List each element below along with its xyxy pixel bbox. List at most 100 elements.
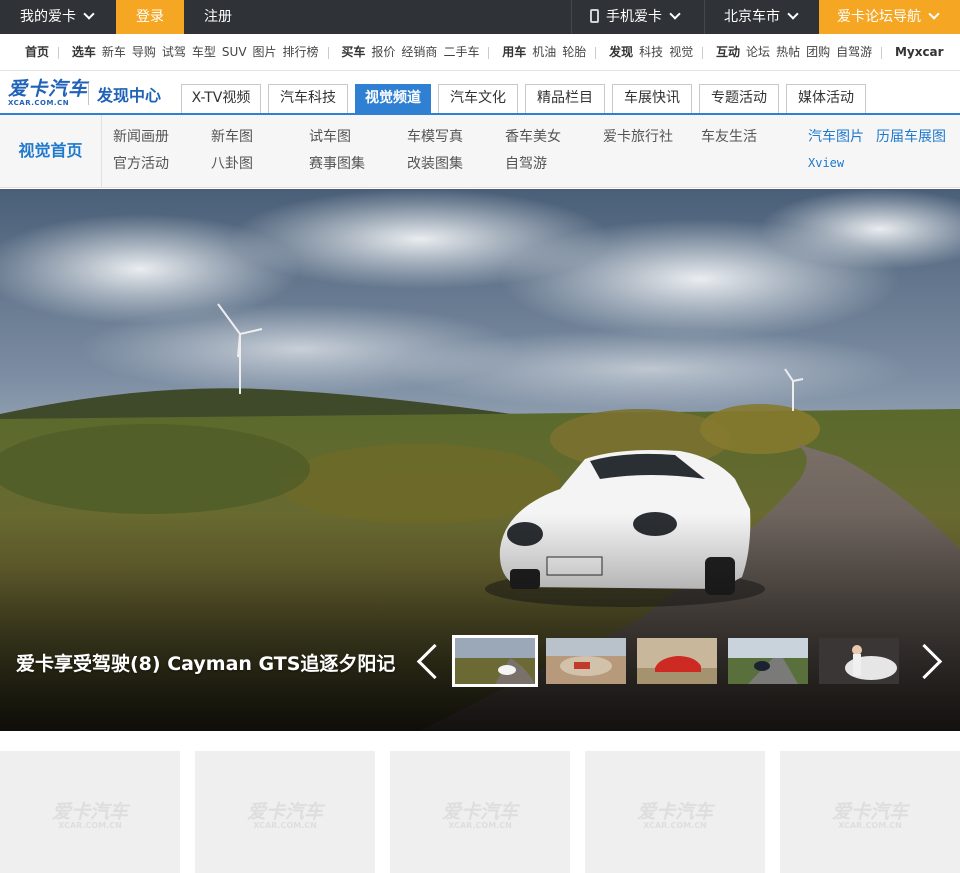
slide-thumbnail[interactable] (819, 638, 899, 684)
slide-thumbnail[interactable] (452, 635, 538, 687)
submenu-item[interactable]: 赛事图集 (309, 156, 365, 172)
my-xcar-menu[interactable]: 我的爱卡 (0, 0, 116, 34)
nav-link[interactable]: 轮胎 (562, 45, 586, 59)
divider (702, 46, 704, 59)
nav-link[interactable]: 机油 (532, 45, 556, 59)
nav-link[interactable]: 首页 (25, 45, 49, 59)
submenu-item[interactable]: 香车美女 (505, 129, 561, 145)
chevron-down-icon (669, 8, 681, 20)
nav-group-buy: 买车 报价 经销商 二手车 (341, 34, 485, 71)
placeholder-logo-wordmark: 爱卡汽车 (441, 801, 518, 823)
submenu-item[interactable]: 试车图 (309, 129, 351, 145)
nav-link[interactable]: 导购 (132, 45, 156, 59)
nav-link[interactable]: 自驾游 (836, 45, 872, 59)
slide-thumbnail[interactable] (637, 638, 717, 684)
divider (58, 46, 60, 59)
nav-link[interactable]: 图片 (253, 45, 277, 59)
submenu-item[interactable]: 新闻画册 (113, 129, 169, 145)
nav-group-myxcar: Myxcar (895, 34, 950, 71)
image-placeholder-card[interactable]: 爱卡汽车 XCAR.COM.CN (585, 751, 765, 873)
tab-culture[interactable]: 汽车文化 (438, 84, 518, 113)
slide-thumbnail[interactable] (728, 638, 808, 684)
divider (88, 83, 89, 105)
mobile-xcar-menu[interactable]: 手机爱卡 (571, 0, 704, 34)
my-xcar-label: 我的爱卡 (20, 9, 76, 25)
image-placeholder-card[interactable]: 爱卡汽车 XCAR.COM.CN (195, 751, 375, 873)
submenu-item[interactable]: 八卦图 (211, 156, 253, 172)
nav-link[interactable]: 报价 (371, 45, 395, 59)
city-selector[interactable]: 北京车市 (704, 0, 819, 34)
submenu-item[interactable]: 改装图集 (407, 156, 463, 172)
next-slide-button[interactable] (910, 641, 940, 685)
placeholder-logo-wordmark: 爱卡汽车 (51, 801, 128, 823)
nav-link[interactable]: 科技 (639, 45, 663, 59)
forum-nav-menu[interactable]: 爱卡论坛导航 (819, 0, 960, 34)
xview-link[interactable]: Xview (808, 156, 844, 170)
visual-home-link[interactable]: 视觉首页 (0, 115, 102, 187)
tab-tech[interactable]: 汽车科技 (268, 84, 348, 113)
prev-slide-button[interactable] (410, 641, 440, 685)
thumb-image-white-car (455, 638, 535, 684)
nav-group-interact: 互动 论坛 热帖 团购 自驾游 (716, 34, 878, 71)
tab-featured[interactable]: 精品栏目 (525, 84, 605, 113)
login-button[interactable]: 登录 (116, 0, 184, 34)
image-placeholder-card[interactable]: 爱卡汽车 XCAR.COM.CN (0, 751, 180, 873)
nav-link[interactable]: 车型 (192, 45, 216, 59)
page-title[interactable]: 发现中心 (97, 82, 161, 106)
nav-link[interactable]: 试驾 (162, 45, 186, 59)
submenu-item[interactable]: 官方活动 (113, 156, 169, 172)
nav-link[interactable]: 团购 (806, 45, 830, 59)
nav-group-use: 用车 机油 轮胎 (502, 34, 592, 71)
nav-link[interactable]: 买车 (341, 45, 365, 59)
nav-link[interactable]: 视觉 (669, 45, 693, 59)
top-bar: 我的爱卡 登录 注册 手机爱卡 北京车市 爱卡论坛导航 (0, 0, 960, 34)
nav-link[interactable]: Myxcar (895, 45, 944, 59)
submenu-item[interactable]: 车友生活 (701, 129, 757, 145)
thumb-image-dark-sedan (728, 638, 808, 684)
nav-link[interactable]: SUV (222, 45, 247, 59)
placeholder-logo: 爱卡汽车 XCAR.COM.CN (635, 803, 715, 831)
nav-link[interactable]: 发现 (609, 45, 633, 59)
tab-xtv[interactable]: X-TV视频 (181, 84, 261, 113)
nav-group-select: 选车 新车 导购 试驾 车型 SUV 图片 排行榜 (72, 34, 325, 71)
placeholder-logo: 爱卡汽车 XCAR.COM.CN (50, 803, 130, 831)
hero-slideshow[interactable]: 爱卡享受驾驶(8) Cayman GTS追逐夕阳记 (0, 189, 960, 731)
auto-show-archive-link[interactable]: 历届车展图 (876, 129, 946, 145)
placeholder-logo-domain: XCAR.COM.CN (58, 821, 122, 830)
nav-link[interactable]: 新车 (102, 45, 126, 59)
mobile-label: 手机爱卡 (606, 9, 662, 25)
tab-autoshow[interactable]: 车展快讯 (612, 84, 692, 113)
thumb-image-car-show (819, 638, 899, 684)
nav-link[interactable]: 热帖 (776, 45, 800, 59)
slide-thumbnail[interactable] (546, 638, 626, 684)
nav-link[interactable]: 论坛 (746, 45, 770, 59)
submenu-item[interactable]: 爱卡旅行社 (603, 129, 673, 145)
placeholder-logo: 爱卡汽车 XCAR.COM.CN (440, 803, 520, 831)
image-placeholder-card[interactable]: 爱卡汽车 XCAR.COM.CN (390, 751, 570, 873)
register-link[interactable]: 注册 (184, 0, 264, 34)
submenu-item[interactable]: 新车图 (211, 129, 253, 145)
submenu-item[interactable]: 车模写真 (407, 129, 463, 145)
nav-link[interactable]: 二手车 (443, 45, 479, 59)
nav-group-home: 首页 (25, 34, 55, 71)
nav-link[interactable]: 选车 (72, 45, 96, 59)
slide-caption[interactable]: 爱卡享受驾驶(8) Cayman GTS追逐夕阳记 (16, 649, 395, 676)
nav-link[interactable]: 用车 (502, 45, 526, 59)
tab-visual[interactable]: 视觉频道 (355, 84, 431, 113)
nav-link[interactable]: 互动 (716, 45, 740, 59)
car-photos-link[interactable]: 汽车图片 (808, 129, 864, 145)
image-placeholder-card[interactable]: 爱卡汽车 XCAR.COM.CN (780, 751, 960, 873)
tab-events[interactable]: 专题活动 (699, 84, 779, 113)
visual-submenu: 视觉首页 新闻画册 新车图 试车图 车模写真 香车美女 爱卡旅行社 车友生活 官… (0, 113, 960, 188)
phone-icon (590, 9, 599, 23)
logo-wordmark: 爱卡汽车 (8, 78, 89, 100)
xcar-logo[interactable]: 爱卡汽车 XCAR.COM.CN (8, 79, 88, 107)
tab-media[interactable]: 媒体活动 (786, 84, 866, 113)
forum-nav-label: 爱卡论坛导航 (837, 9, 921, 25)
thumb-image-red-coupe (637, 638, 717, 684)
submenu-item[interactable]: 自驾游 (505, 156, 547, 172)
nav-link[interactable]: 排行榜 (283, 45, 319, 59)
placeholder-logo-wordmark: 爱卡汽车 (246, 801, 323, 823)
divider (327, 46, 329, 59)
nav-link[interactable]: 经销商 (401, 45, 437, 59)
